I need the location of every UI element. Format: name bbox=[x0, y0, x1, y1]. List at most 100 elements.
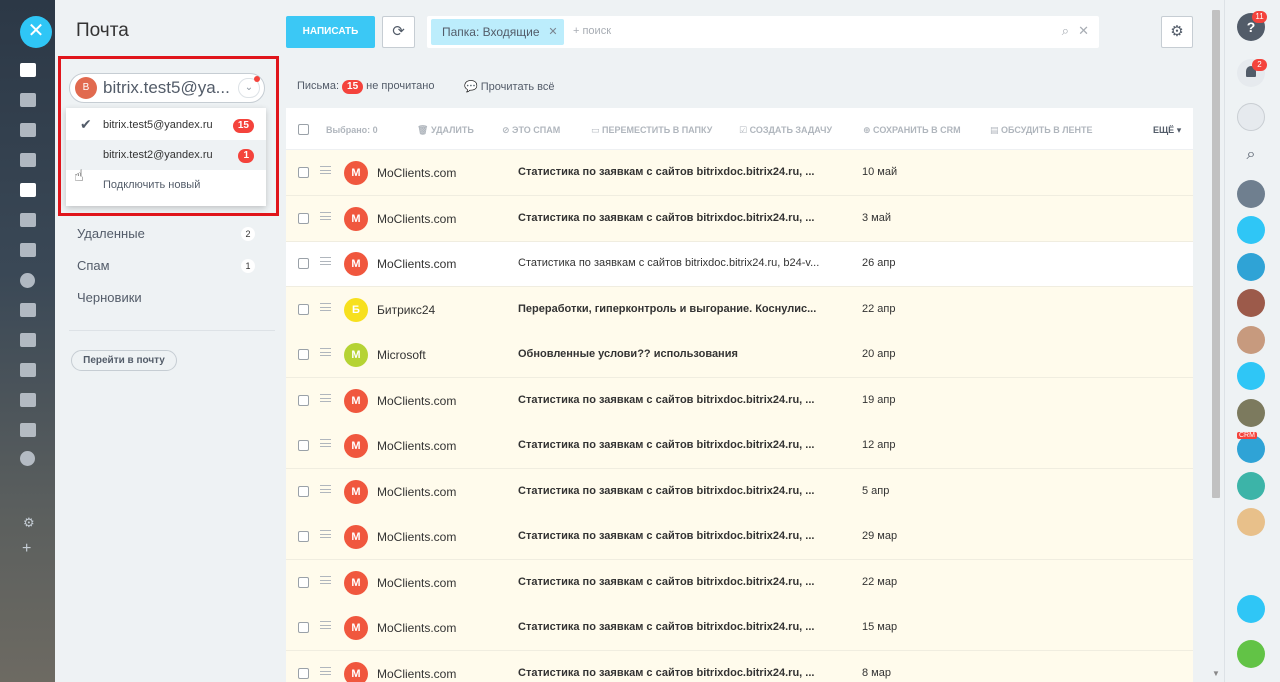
message-row[interactable]: M MoClients.com Статистика по заявкам с са… bbox=[286, 150, 1193, 196]
tasks-icon[interactable] bbox=[20, 93, 36, 107]
mark-all-read-link[interactable]: 💬 Прочитать всё bbox=[464, 80, 555, 93]
drag-handle-icon[interactable] bbox=[320, 348, 331, 356]
row-checkbox[interactable] bbox=[298, 667, 309, 679]
message-row[interactable]: M MoClients.com Статистика по заявкам с са… bbox=[286, 468, 1193, 515]
row-checkbox[interactable] bbox=[298, 485, 309, 497]
drag-handle-icon[interactable] bbox=[320, 621, 331, 629]
message-subject[interactable]: Переработки, гиперконтроль и выгорание. … bbox=[518, 303, 838, 315]
row-checkbox[interactable] bbox=[298, 303, 309, 315]
drag-handle-icon[interactable] bbox=[320, 393, 331, 402]
message-subject[interactable]: Статистика по заявкам с сайтов bitrixdoc… bbox=[518, 212, 838, 224]
drag-handle-icon[interactable] bbox=[320, 530, 331, 538]
more-button[interactable]: ЕЩЁ ▾ bbox=[1153, 125, 1181, 136]
goto-mail-button[interactable]: Перейти в почту bbox=[71, 350, 177, 371]
message-subject[interactable]: Статистика по заявкам с сайтов bitrixdoc… bbox=[518, 394, 838, 406]
check-icon[interactable] bbox=[20, 451, 35, 466]
row-checkbox[interactable] bbox=[298, 258, 309, 269]
message-subject[interactable]: Статистика по заявкам с сайтов bitrixdoc… bbox=[518, 621, 838, 633]
user-avatar[interactable] bbox=[1237, 289, 1265, 317]
chip-close-icon[interactable]: ✕ bbox=[548, 19, 557, 45]
phone-icon[interactable] bbox=[1237, 640, 1265, 668]
clock-icon[interactable] bbox=[20, 273, 35, 288]
drag-handle-icon[interactable] bbox=[320, 575, 331, 584]
mail-icon[interactable] bbox=[20, 183, 36, 197]
user-avatar[interactable] bbox=[1237, 180, 1265, 208]
row-checkbox[interactable] bbox=[298, 440, 309, 451]
message-row[interactable]: M MoClients.com Статистика по заявкам с са… bbox=[286, 650, 1193, 682]
screen-share-icon[interactable] bbox=[1237, 595, 1265, 623]
refresh-icon[interactable]: ⟳ bbox=[382, 16, 415, 48]
message-row[interactable]: M Microsoft Обновленные услови?? использов… bbox=[286, 332, 1193, 378]
message-subject[interactable]: Статистика по заявкам с сайтов bitrixdoc… bbox=[518, 257, 838, 269]
row-checkbox[interactable] bbox=[298, 531, 309, 542]
message-row[interactable]: M MoClients.com Статистика по заявкам с са… bbox=[286, 241, 1193, 287]
drag-handle-icon[interactable] bbox=[320, 484, 331, 493]
move-button[interactable]: ▭ ПЕРЕМЕСТИТЬ В ПАПКУ bbox=[591, 125, 712, 136]
drag-handle-icon[interactable] bbox=[320, 166, 331, 174]
user-avatar[interactable] bbox=[1237, 362, 1265, 390]
row-checkbox[interactable] bbox=[298, 212, 309, 224]
drag-handle-icon[interactable] bbox=[320, 211, 331, 220]
user-avatar[interactable] bbox=[1237, 253, 1265, 281]
message-row[interactable]: Б Битрикс24 Переработки, гиперконтроль и в… bbox=[286, 286, 1193, 333]
drag-handle-icon[interactable] bbox=[320, 257, 331, 265]
search-input[interactable]: + поиск bbox=[573, 25, 611, 37]
chat-bubble-icon[interactable] bbox=[1237, 103, 1265, 131]
row-checkbox[interactable] bbox=[298, 576, 309, 588]
plus-icon[interactable]: + bbox=[22, 540, 31, 558]
message-subject[interactable]: Статистика по заявкам с сайтов bitrixdoc… bbox=[518, 576, 838, 588]
compose-button[interactable]: НАПИСАТЬ bbox=[286, 16, 375, 48]
user-avatar[interactable] bbox=[1237, 435, 1265, 463]
message-row[interactable]: M MoClients.com Статистика по заявкам с са… bbox=[286, 377, 1193, 424]
scrollbar[interactable]: ▼ bbox=[1210, 8, 1222, 678]
message-subject[interactable]: Обновленные услови?? использования bbox=[518, 348, 838, 360]
row-checkbox[interactable] bbox=[298, 349, 309, 360]
chat-icon[interactable] bbox=[20, 123, 36, 137]
crm-icon[interactable] bbox=[20, 303, 36, 317]
clear-search-icon[interactable]: ✕ bbox=[1078, 23, 1089, 39]
message-subject[interactable]: Статистика по заявкам с сайтов bitrixdoc… bbox=[518, 530, 838, 542]
user-avatar[interactable] bbox=[1237, 399, 1265, 427]
scrollbar-thumb[interactable] bbox=[1212, 10, 1220, 498]
sites-icon[interactable] bbox=[20, 363, 36, 377]
row-checkbox[interactable] bbox=[298, 394, 309, 406]
message-subject[interactable]: Статистика по заявкам с сайтов bitrixdoc… bbox=[518, 166, 838, 178]
folder-deleted[interactable]: Удаленные bbox=[77, 226, 145, 241]
discuss-feed-button[interactable]: ▤ ОБСУДИТЬ В ЛЕНТЕ bbox=[990, 125, 1093, 136]
message-row[interactable]: M MoClients.com Статистика по заявкам с са… bbox=[286, 195, 1193, 242]
groups-icon[interactable] bbox=[20, 153, 36, 167]
apps-icon[interactable] bbox=[20, 333, 36, 347]
lock-icon[interactable] bbox=[1237, 216, 1265, 244]
message-row[interactable]: M MoClients.com Статистика по заявкам с са… bbox=[286, 423, 1193, 469]
filter-chip[interactable]: Папка: Входящие ✕ bbox=[431, 19, 564, 45]
select-all-checkbox[interactable] bbox=[298, 124, 309, 135]
message-row[interactable]: M MoClients.com Статистика по заявкам с са… bbox=[286, 559, 1193, 606]
search-icon[interactable]: ⌕ bbox=[1062, 23, 1069, 39]
drag-handle-icon[interactable] bbox=[320, 439, 331, 447]
message-row[interactable]: M MoClients.com Статистика по заявкам с са… bbox=[286, 514, 1193, 560]
save-crm-button[interactable]: ⊕ СОХРАНИТЬ В CRM bbox=[863, 125, 961, 136]
message-subject[interactable]: Статистика по заявкам с сайтов bitrixdoc… bbox=[518, 485, 838, 497]
user-avatar[interactable] bbox=[1237, 472, 1265, 500]
drag-handle-icon[interactable] bbox=[320, 302, 331, 311]
scroll-down-icon[interactable]: ▼ bbox=[1212, 669, 1220, 678]
feed-icon[interactable] bbox=[20, 63, 36, 77]
contacts-icon[interactable] bbox=[20, 423, 36, 437]
folder-spam[interactable]: Спам bbox=[77, 258, 110, 273]
message-row[interactable]: M MoClients.com Статистика по заявкам с са… bbox=[286, 605, 1193, 651]
folder-drafts[interactable]: Черновики bbox=[77, 290, 142, 305]
message-subject[interactable]: Статистика по заявкам с сайтов bitrixdoc… bbox=[518, 667, 838, 679]
delete-button[interactable]: 🗑 УДАЛИТЬ bbox=[417, 125, 474, 136]
spam-button[interactable]: ⊘ ЭТО СПАМ bbox=[502, 125, 560, 136]
store-icon[interactable] bbox=[20, 393, 36, 407]
create-task-button[interactable]: ☑ СОЗДАТЬ ЗАДАЧУ bbox=[739, 125, 832, 136]
user-avatar[interactable] bbox=[1237, 508, 1265, 536]
close-icon[interactable]: ✕ bbox=[20, 16, 52, 48]
search-icon[interactable]: ⌕ bbox=[1237, 141, 1265, 169]
row-checkbox[interactable] bbox=[298, 622, 309, 633]
row-checkbox[interactable] bbox=[298, 167, 309, 178]
search-filter[interactable]: Папка: Входящие ✕ + поиск ⌕ ✕ bbox=[427, 16, 1099, 48]
drive-icon[interactable] bbox=[20, 213, 36, 227]
calendar-icon[interactable] bbox=[20, 243, 36, 257]
drag-handle-icon[interactable] bbox=[320, 666, 331, 675]
